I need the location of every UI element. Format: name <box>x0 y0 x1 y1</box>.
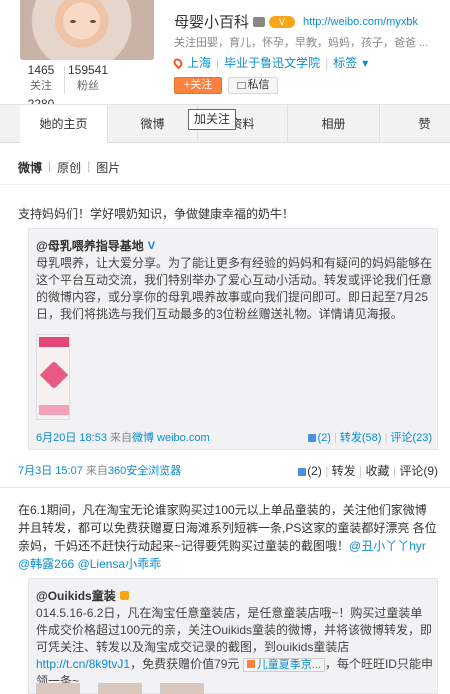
tab-weibo[interactable]: 微博 <box>108 105 198 143</box>
avatar-detail <box>70 20 76 23</box>
chevron-down-icon[interactable]: ▾ <box>362 56 368 70</box>
quote-body: 014.5.16-6.2日，凡在淘宝任意童装店，是任意童装店哦~！购买过童装单件… <box>36 606 433 654</box>
profile-location-row: 上海 | 毕业于鲁迅文学院 | 标签 ▾ <box>171 54 368 71</box>
post-source[interactable]: 360安全浏览器 <box>108 465 181 477</box>
source-prefix: 来自 <box>110 432 132 444</box>
poster-thumbnail[interactable] <box>36 334 70 420</box>
following-label: 关注 <box>30 80 52 92</box>
profile-tags-link[interactable]: 标签 <box>333 54 357 71</box>
post-actions: (2) | 转发 | 收藏 | 评论(9) <box>298 462 438 479</box>
separator: | <box>384 432 388 444</box>
profile-name: 母婴小百科 <box>174 14 250 31</box>
separator: | <box>359 464 363 478</box>
heart-icon <box>39 360 69 390</box>
filter-original[interactable]: 原创 <box>57 159 81 176</box>
post-text: 在6.1期间，凡在淘宝无论谁家购买过100元以上单品童装的，关注他们家微博并且转… <box>18 501 438 573</box>
quote-repost[interactable]: 转发(58) <box>340 432 382 444</box>
like-icon[interactable] <box>298 468 307 476</box>
quote-text: 014.5.16-6.2日，凡在淘宝任意童装店，是任意童装店哦~！购买过童装单件… <box>36 605 434 690</box>
separator: | <box>216 55 220 70</box>
profile-header: 1465 关注 159541 粉丝 2280 母婴小百科 V http://we… <box>0 0 450 111</box>
stat-followers[interactable]: 159541 粉丝 <box>60 60 116 94</box>
like-icon[interactable] <box>308 434 317 442</box>
quote-link[interactable]: http://t.cn/8k9tvJ1 <box>36 657 130 671</box>
post-footer: 7月3日 15:07 来自360安全浏览器 (2) | 转发 | 收藏 | 评论… <box>18 462 438 478</box>
member-icon <box>253 16 266 27</box>
envelope-icon <box>236 81 246 89</box>
quote-actions: (2) | 转发(58) | 评论(23) <box>308 429 432 445</box>
verify-badge: V <box>269 15 296 28</box>
image-thumbnail[interactable] <box>160 683 204 694</box>
source-prefix: 来自 <box>85 465 108 477</box>
avatar[interactable] <box>20 0 154 60</box>
quote-comment[interactable]: 评论(23) <box>390 432 432 444</box>
post-repost[interactable]: 转发 <box>332 464 356 478</box>
followers-label: 粉丝 <box>77 80 99 92</box>
follow-tooltip: 加关注 <box>188 109 237 130</box>
poster-detail <box>39 405 69 415</box>
tab-likes[interactable]: 赞 <box>380 105 450 143</box>
divider <box>0 184 450 185</box>
following-count: 1465 <box>27 63 55 77</box>
quote-footer: 6月20日 18:53 来自微博 weibo.com (2) | 转发(58) … <box>36 429 432 445</box>
quote-source[interactable]: 微博 weibo.com <box>132 432 210 444</box>
tab-album[interactable]: 相册 <box>288 105 380 143</box>
message-button[interactable]: 私信 <box>228 77 278 94</box>
feed: 微博 | 原创 | 图片 支持妈妈们！学好喂奶知识，争做健康幸福的奶牛！ @母乳… <box>0 143 450 694</box>
badge-icon <box>119 591 129 600</box>
image-thumbnails <box>36 683 432 694</box>
location-pin-icon <box>171 56 185 69</box>
mention[interactable]: @Liensa小乖乖 <box>78 557 162 571</box>
stat-following[interactable]: 1465 关注 <box>20 60 62 94</box>
image-thumbnail[interactable] <box>98 683 142 694</box>
quote-body-mid: ，免费获赠价值79元 <box>130 657 240 671</box>
profile-tags: 关注田婴，育儿，怀孕，早教，妈妈，孩子，爸爸 ... <box>174 37 429 49</box>
separator: | <box>392 464 396 478</box>
separator: | <box>48 159 52 173</box>
quote-author[interactable]: @母乳喂养指导基地 <box>36 237 144 254</box>
followers-count: 159541 <box>67 63 109 77</box>
quote-author-row: @Ouikids童装 <box>36 587 129 604</box>
profile-stats: 1465 关注 159541 粉丝 2280 <box>20 60 154 111</box>
separator: | <box>325 464 329 478</box>
tab-home[interactable]: 她的主页 <box>20 105 108 144</box>
image-thumbnail[interactable] <box>36 683 80 694</box>
quote-time[interactable]: 6月20日 18:53 <box>36 432 107 444</box>
reposted-quote: @Ouikids童装 014.5.16-6.2日，凡在淘宝任意童装店，是任意童装… <box>28 578 438 694</box>
poster-detail <box>39 337 69 347</box>
separator: | <box>333 432 337 444</box>
quote-author[interactable]: @Ouikids童装 <box>36 587 116 604</box>
post-text: 支持妈妈们！学好喂奶知识，争做健康幸福的奶牛！ <box>18 207 295 221</box>
message-label: 私信 <box>247 79 270 91</box>
quote-likes[interactable]: (2) <box>317 432 330 444</box>
filter-weibo[interactable]: 微博 <box>18 159 42 176</box>
post-likes[interactable]: (2) <box>307 464 322 478</box>
quote-text: 母乳喂养，让大爱分享。为了能让更多有经验的妈妈和有疑问的妈妈能够在这个平台互动交… <box>36 256 433 321</box>
profile-school[interactable]: 毕业于鲁迅文学院 <box>224 54 320 71</box>
post-favorite[interactable]: 收藏 <box>366 464 390 478</box>
verified-icon: V <box>147 239 156 252</box>
shop-icon <box>246 660 255 668</box>
post-comment[interactable]: 评论(9) <box>399 464 438 478</box>
divider <box>0 487 450 488</box>
separator: | <box>87 159 91 173</box>
quote-author-row: @母乳喂养指导基地 V <box>36 237 155 254</box>
product-tag-label: 儿童夏季京... <box>256 659 321 671</box>
profile-name-row: 母婴小百科 V http://weibo.com/myxbk <box>174 11 418 32</box>
mention[interactable]: @丑小丫丫hyr <box>349 539 426 553</box>
separator: | <box>325 55 329 70</box>
filter-images[interactable]: 图片 <box>96 159 120 176</box>
reposted-quote: @母乳喂养指导基地 V 母乳喂养，让大爱分享。为了能让更多有经验的妈妈和有疑问的… <box>28 228 438 450</box>
feed-filter: 微博 | 原创 | 图片 <box>18 159 120 176</box>
profile-url[interactable]: http://weibo.com/myxbk <box>303 16 418 28</box>
profile-location[interactable]: 上海 <box>187 54 211 71</box>
avatar-detail <box>90 20 96 23</box>
product-tag[interactable]: 儿童夏季京... <box>242 658 325 672</box>
post-time[interactable]: 7月3日 15:07 <box>18 465 83 477</box>
follow-button[interactable]: +关注 <box>174 77 222 94</box>
mention[interactable]: @韩露266 <box>18 557 74 571</box>
